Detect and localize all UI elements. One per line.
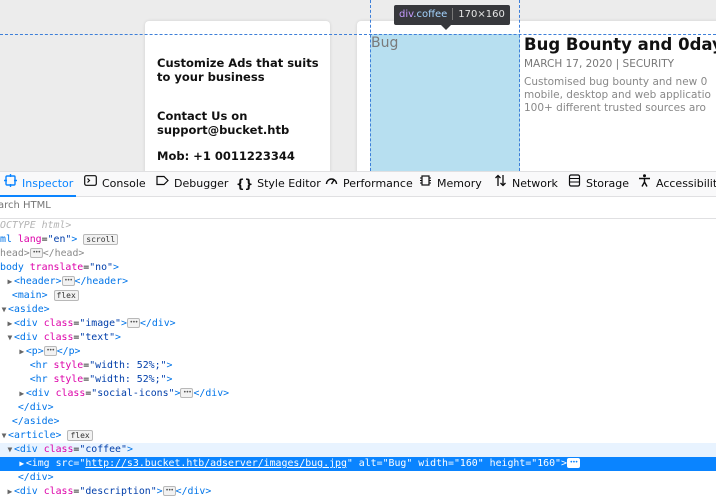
tab-label: Style Editor	[257, 177, 321, 190]
element-highlight-overlay	[370, 34, 520, 171]
article-title: Bug Bounty and 0day	[524, 35, 716, 54]
performance-icon	[325, 172, 338, 196]
network-icon	[494, 172, 507, 196]
expand-twisty[interactable]: ▶	[18, 457, 26, 471]
console-icon	[84, 172, 97, 196]
tree-row-p[interactable]: ▶<p></p>	[0, 344, 716, 359]
collapsed-ellipsis[interactable]	[180, 386, 194, 400]
infobar-dimensions: 170×160	[458, 9, 505, 20]
article-body-line: Customised bug bounty and new 0	[524, 76, 708, 88]
tab-console[interactable]: Console	[84, 172, 146, 196]
collapse-twisty[interactable]: ▼	[6, 331, 14, 345]
markup-tree[interactable]: OCTYPE html> ml lang="en"> scroll head><…	[0, 218, 716, 498]
tree-row-head[interactable]: head></head>	[0, 246, 716, 261]
tab-label: Network	[512, 177, 558, 190]
tab-style-editor[interactable]: {} Style Editor	[236, 172, 321, 196]
article-meta: MARCH 17, 2020 | SECURITY	[524, 58, 675, 70]
expand-twisty[interactable]: ▶	[6, 485, 14, 498]
tab-memory[interactable]: Memory	[419, 172, 482, 196]
storage-icon	[568, 172, 581, 196]
tab-network[interactable]: Network	[494, 172, 558, 196]
tab-inspector[interactable]: Inspector	[4, 172, 73, 196]
tab-label: Inspector	[22, 177, 74, 190]
page-viewport: Customize Ads that suits to your busines…	[0, 0, 716, 171]
tree-row-div-text[interactable]: ▼ <div class="text">	[0, 331, 716, 345]
tree-row-div-coffee[interactable]: ▼ <div class="coffee">	[0, 443, 716, 457]
flex-badge[interactable]: flex	[67, 429, 93, 441]
tree-row-hr[interactable]: <hr style="width: 52%;">	[0, 359, 716, 373]
collapsed-ellipsis[interactable]	[566, 456, 580, 470]
tab-label: Debugger	[174, 177, 229, 190]
tree-row-main[interactable]: <main> flex	[0, 289, 716, 303]
collapse-twisty[interactable]: ▼	[0, 429, 8, 443]
tree-row-hr[interactable]: <hr style="width: 52%;">	[0, 373, 716, 387]
scroll-badge[interactable]: scroll	[83, 233, 119, 245]
collapse-twisty[interactable]: ▼	[0, 303, 8, 317]
collapsed-ellipsis[interactable]	[43, 344, 57, 358]
infobar-arrow	[441, 25, 451, 30]
ad-card: Customize Ads that suits to your busines…	[145, 21, 330, 171]
img-src-link[interactable]: http://s3.bucket.htb/adserver/images/bug…	[85, 458, 347, 469]
tree-row-div-close[interactable]: </div>	[0, 401, 716, 415]
article-body-line: mobile, desktop and web applicatio	[524, 89, 711, 101]
expand-twisty[interactable]: ▶	[6, 275, 14, 289]
tree-row-aside-close[interactable]: </aside>	[0, 415, 716, 429]
tree-row-div-close[interactable]: </div>	[0, 471, 716, 485]
tree-row-doctype[interactable]: OCTYPE html>	[0, 219, 716, 233]
flex-badge[interactable]: flex	[53, 289, 79, 301]
debugger-icon	[156, 172, 169, 196]
tab-label: Storage	[586, 177, 630, 190]
tree-row-body[interactable]: body translate="no">	[0, 261, 716, 275]
tab-debugger[interactable]: Debugger	[156, 172, 228, 196]
article-body: Customised bug bounty and new 0 mobile, …	[524, 76, 711, 115]
style-editor-icon: {}	[236, 177, 254, 191]
infobar-class: .coffee	[413, 9, 448, 20]
tab-label: Accessibility	[656, 177, 716, 190]
devtools-toolbar: Inspector Console Debugger {} Style Edito…	[0, 171, 716, 197]
tab-accessibility[interactable]: Accessibility	[638, 172, 716, 196]
tree-row-header[interactable]: ▶<header></header>	[0, 274, 716, 289]
tab-label: Console	[102, 177, 146, 190]
tree-row-div-description[interactable]: ▶<div class="description"></div>	[0, 484, 716, 498]
guide-line-left	[370, 0, 371, 171]
tab-label: Performance	[343, 177, 413, 190]
collapsed-ellipsis[interactable]	[162, 484, 176, 498]
collapse-twisty[interactable]: ▼	[6, 443, 14, 457]
expand-twisty[interactable]: ▶	[18, 387, 26, 401]
collapsed-ellipsis[interactable]	[61, 274, 75, 288]
infobar-tag: div	[399, 9, 414, 20]
broken-image-alt-text: Bug	[371, 35, 399, 51]
tab-storage[interactable]: Storage	[568, 172, 629, 196]
collapsed-ellipsis[interactable]	[126, 316, 140, 330]
tree-row-img-selected[interactable]: ▶ <img src="http://s3.bucket.htb/adserver…	[0, 456, 716, 471]
tree-row-html[interactable]: ml lang="en"> scroll	[0, 233, 716, 247]
search-html-input[interactable]	[0, 200, 298, 211]
expand-twisty[interactable]: ▶	[18, 345, 26, 359]
ad-text: Customize Ads that suits to your busines…	[157, 56, 319, 84]
expand-twisty[interactable]: ▶	[6, 317, 14, 331]
tree-row-article[interactable]: ▼ <article> flex	[0, 429, 716, 443]
tab-label: Memory	[437, 177, 482, 190]
phone-text: Mob: +1 0011223344	[157, 149, 295, 163]
memory-icon	[419, 172, 432, 196]
guide-line-right	[519, 0, 520, 171]
article-body-line: 100+ different trusted sources aro	[524, 102, 706, 114]
tab-performance[interactable]: Performance	[325, 172, 413, 196]
search-bar	[0, 197, 716, 219]
highlighter-infobar: div.coffee 170×160	[394, 5, 510, 25]
collapsed-ellipsis[interactable]	[29, 246, 43, 260]
tree-row-div-image[interactable]: ▶<div class="image"></div>	[0, 316, 716, 331]
inspector-icon	[4, 172, 17, 196]
tree-row-div-social[interactable]: ▶<div class="social-icons"></div>	[0, 386, 716, 401]
accessibility-icon	[638, 172, 651, 196]
tree-row-aside[interactable]: ▼ <aside>	[0, 303, 716, 317]
contact-text: Contact Us on support@bucket.htb	[157, 109, 290, 137]
